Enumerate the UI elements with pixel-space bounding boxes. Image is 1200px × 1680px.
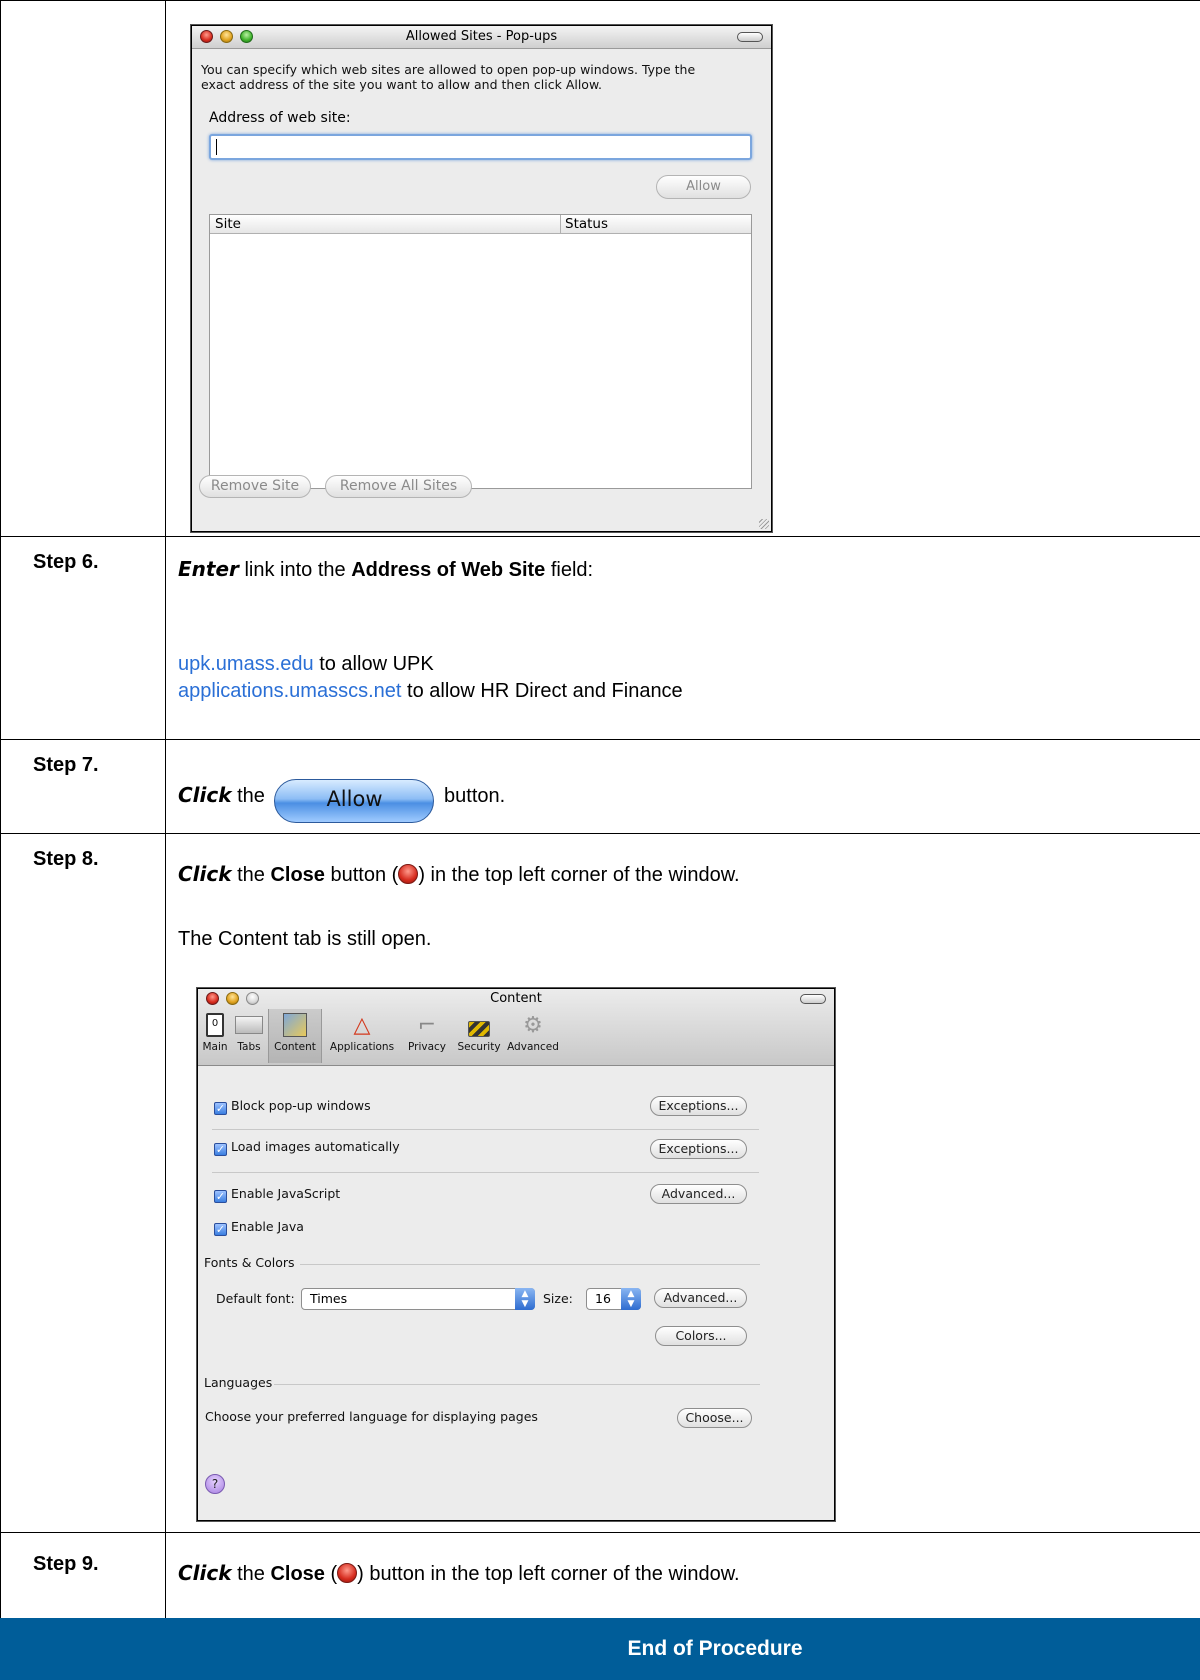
toolbar-advanced[interactable]: ⚙ Advanced	[504, 1011, 562, 1054]
allow-button-image: Allow	[274, 779, 435, 823]
colors-button[interactable]: Colors...	[655, 1326, 747, 1346]
switch-icon: 0	[201, 1011, 229, 1039]
applications-link[interactable]: applications.umasscs.net	[178, 680, 401, 702]
fonts-colors-heading: Fonts & Colors	[204, 1255, 295, 1270]
advanced-button-js[interactable]: Advanced...	[650, 1184, 747, 1204]
checkbox-checked-icon[interactable]: ✓	[214, 1190, 227, 1203]
upk-link[interactable]: upk.umass.edu	[178, 653, 314, 675]
size-label: Size:	[543, 1291, 573, 1306]
stepper-arrows-icon: ▲ ▼	[515, 1288, 535, 1310]
enable-javascript-row[interactable]: ✓ Enable JavaScript	[214, 1186, 340, 1203]
help-icon[interactable]: ?	[205, 1474, 225, 1494]
block-popups-row[interactable]: ✓ Block pop-up windows	[214, 1098, 371, 1115]
step-8-label: Step 8.	[33, 848, 99, 870]
remove-all-sites-button[interactable]: Remove All Sites	[325, 475, 472, 498]
exceptions-button-images[interactable]: Exceptions...	[650, 1139, 747, 1159]
toolbar-main[interactable]: 0 Main	[200, 1011, 230, 1053]
advanced-button-fonts[interactable]: Advanced...	[654, 1288, 747, 1308]
checkbox-checked-icon[interactable]: ✓	[214, 1102, 227, 1115]
description: You can specify which web sites are allo…	[201, 62, 696, 92]
close-button-icon	[337, 1563, 358, 1583]
applications-icon: △	[353, 1012, 371, 1038]
minimize-icon[interactable]	[226, 992, 239, 1005]
zoom-icon[interactable]	[246, 992, 259, 1005]
row-divider	[0, 1532, 1200, 1533]
load-images-row[interactable]: ✓ Load images automatically	[214, 1139, 400, 1156]
size-select[interactable]: 16 ▲ ▼	[586, 1288, 641, 1310]
exceptions-button-popups[interactable]: Exceptions...	[650, 1096, 747, 1116]
step-6-link-2-line: applications.umasscs.net to allow HR Dir…	[178, 680, 683, 702]
table-border-left	[0, 0, 1, 1618]
content-icon	[281, 1011, 309, 1039]
toolbar-privacy[interactable]: ⌐ Privacy	[402, 1011, 452, 1054]
end-of-procedure-banner: End of Procedure	[0, 1618, 1200, 1680]
languages-description: Choose your preferred language for displ…	[205, 1409, 538, 1424]
close-icon[interactable]	[200, 30, 213, 43]
table-header: Site Status	[210, 215, 751, 234]
step-9-label: Step 9.	[33, 1553, 99, 1575]
step-6-label: Step 6.	[33, 551, 99, 573]
address-label: Address of web site:	[209, 110, 351, 126]
close-icon[interactable]	[206, 992, 219, 1005]
lock-icon	[465, 1011, 493, 1039]
minimize-icon[interactable]	[220, 30, 233, 43]
default-font-label: Default font:	[216, 1291, 295, 1306]
window-title: Allowed Sites - Pop-ups	[405, 29, 558, 44]
address-input[interactable]	[209, 134, 752, 160]
table-border-top	[0, 0, 1200, 1]
choose-button[interactable]: Choose...	[677, 1408, 752, 1428]
privacy-icon: ⌐	[417, 1012, 437, 1038]
step-6-link-1-line: upk.umass.edu to allow UPK	[178, 653, 434, 675]
sites-table: Site Status	[209, 214, 752, 489]
languages-heading: Languages	[204, 1375, 273, 1390]
allow-button[interactable]: Allow	[656, 175, 751, 199]
step-8-instruction: Click the Close button () in the top lef…	[178, 862, 740, 886]
close-button-icon	[398, 864, 419, 884]
checkbox-checked-icon[interactable]: ✓	[214, 1143, 227, 1156]
step-7-label: Step 7.	[33, 754, 99, 776]
table-divider	[165, 0, 166, 1618]
remove-site-button[interactable]: Remove Site	[199, 475, 311, 498]
toolbar-toggle-icon[interactable]	[737, 32, 763, 42]
allowed-sites-window: Allowed Sites - Pop-ups You can specify …	[191, 25, 772, 532]
row-divider	[0, 536, 1200, 537]
toolbar-security[interactable]: Security	[454, 1011, 504, 1053]
window-title: Content	[490, 991, 542, 1006]
default-font-select[interactable]: Times ▲ ▼	[301, 1288, 535, 1310]
step-6-instruction: Enter link into the Address of Web Site …	[178, 557, 594, 581]
window-titlebar: Allowed Sites - Pop-ups	[192, 26, 771, 49]
stepper-arrows-icon: ▲ ▼	[621, 1288, 641, 1310]
prefs-toolbar: Content 0 Main Tabs Content △ Applicatio…	[198, 989, 834, 1066]
checkbox-checked-icon[interactable]: ✓	[214, 1223, 227, 1236]
step-9-instruction: Click the Close () button in the top lef…	[178, 1561, 740, 1585]
tabs-icon	[235, 1011, 263, 1039]
toolbar-tabs[interactable]: Tabs	[232, 1011, 266, 1053]
resize-grip-icon[interactable]	[759, 519, 769, 529]
footer-text: End of Procedure	[627, 1637, 803, 1660]
toolbar-applications[interactable]: △ Applications	[322, 1011, 402, 1054]
column-status[interactable]: Status	[565, 215, 608, 233]
step-8-note: The Content tab is still open.	[178, 928, 432, 950]
toolbar-content[interactable]: Content	[268, 1009, 322, 1063]
toolbar-toggle-icon[interactable]	[800, 994, 826, 1004]
column-site[interactable]: Site	[215, 215, 241, 233]
row-divider	[0, 833, 1200, 834]
enable-java-row[interactable]: ✓ Enable Java	[214, 1219, 304, 1236]
text-cursor	[216, 139, 217, 155]
step-7-instruction: Click the Allow button.	[178, 779, 505, 823]
content-prefs-window: Content 0 Main Tabs Content △ Applicatio…	[197, 988, 835, 1521]
gear-icon: ⚙	[523, 1012, 543, 1038]
zoom-icon[interactable]	[240, 30, 253, 43]
row-divider	[0, 739, 1200, 740]
